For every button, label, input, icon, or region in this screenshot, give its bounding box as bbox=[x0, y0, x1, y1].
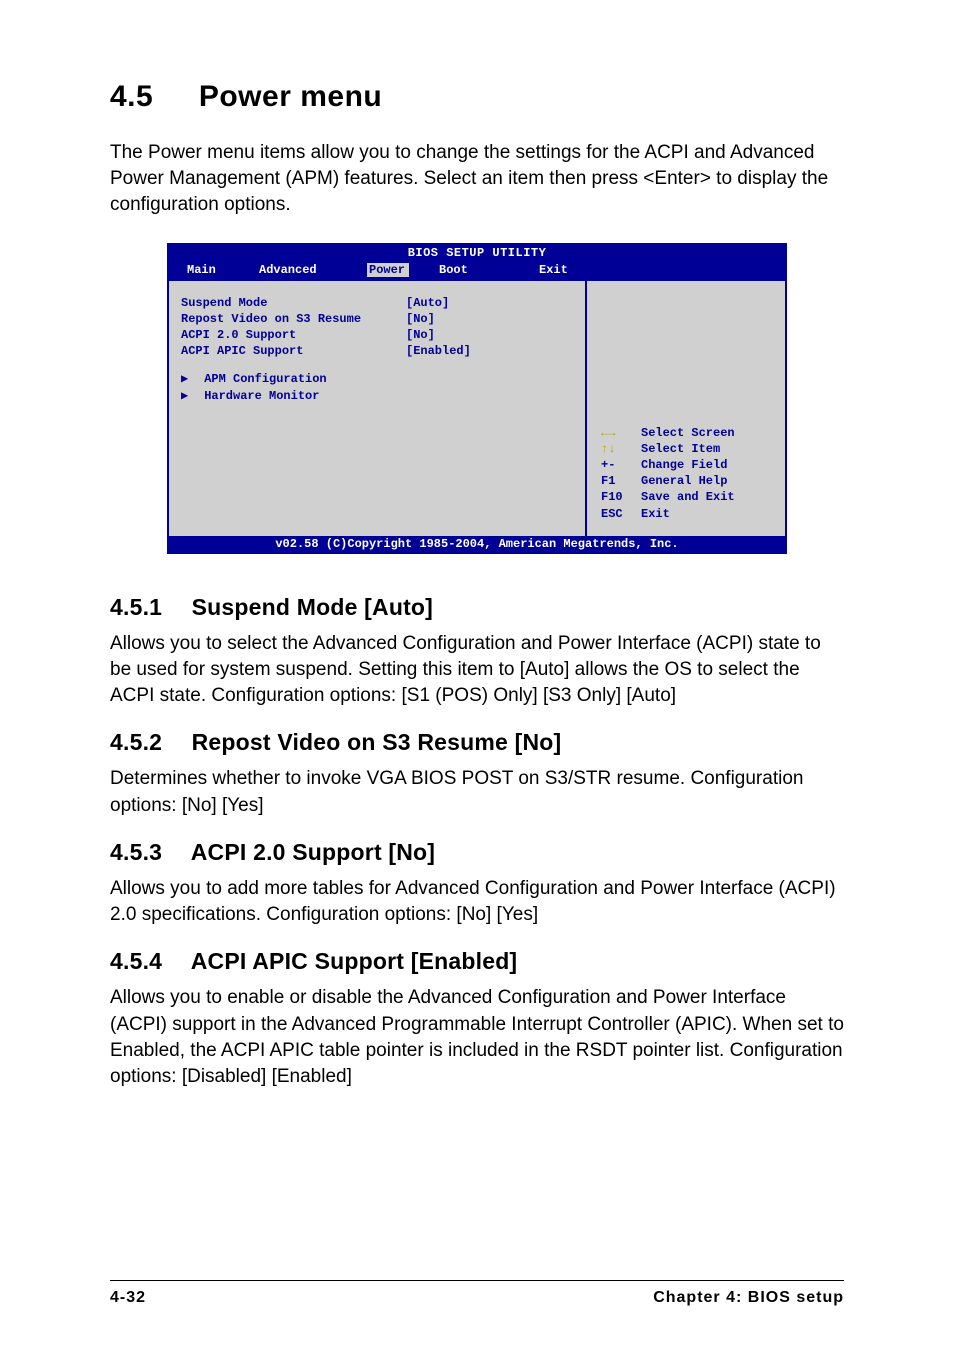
bios-submenu[interactable]: ▶ Hardware Monitor bbox=[181, 388, 577, 404]
help-desc: General Help bbox=[641, 473, 727, 489]
bios-item-value: [Auto] bbox=[406, 295, 449, 311]
subsection-title: 4.5.3 ACPI 2.0 Support [No] bbox=[110, 839, 844, 866]
subsection-number: 4.5.3 bbox=[110, 839, 185, 866]
subsection-title: 4.5.1 Suspend Mode [Auto] bbox=[110, 594, 844, 621]
bios-item-label: Suspend Mode bbox=[181, 295, 406, 311]
tab-advanced[interactable]: Advanced bbox=[259, 263, 367, 277]
section-title: 4.5 Power menu bbox=[110, 80, 844, 114]
subsection-number: 4.5.2 bbox=[110, 729, 185, 756]
help-desc: Save and Exit bbox=[641, 489, 735, 505]
bios-submenu-label: Hardware Monitor bbox=[204, 389, 319, 403]
subsection-title: 4.5.4 ACPI APIC Support [Enabled] bbox=[110, 948, 844, 975]
subsection-text: Determines whether to invoke VGA BIOS PO… bbox=[110, 766, 844, 818]
subsection-name: Repost Video on S3 Resume [No] bbox=[192, 729, 562, 755]
help-key-icon: ↑↓ bbox=[601, 441, 641, 457]
tab-boot[interactable]: Boot bbox=[439, 263, 539, 277]
section-number: 4.5 bbox=[110, 80, 190, 114]
page-number: 4-32 bbox=[110, 1289, 146, 1307]
bios-tabs: Main Advanced Power Boot Exit bbox=[169, 261, 785, 279]
bios-title: BIOS SETUP UTILITY bbox=[169, 245, 785, 261]
bios-item[interactable]: Repost Video on S3 Resume [No] bbox=[181, 311, 577, 327]
tab-power[interactable]: Power bbox=[367, 263, 409, 277]
help-key: ESC bbox=[601, 506, 641, 522]
help-key-icon: ←→ bbox=[601, 425, 641, 441]
subsection-number: 4.5.4 bbox=[110, 948, 185, 975]
bios-submenu[interactable]: ▶ APM Configuration bbox=[181, 371, 577, 387]
bios-item-value: [Enabled] bbox=[406, 343, 471, 359]
help-desc: Change Field bbox=[641, 457, 727, 473]
subsection-number: 4.5.1 bbox=[110, 594, 185, 621]
bios-item-label: ACPI APIC Support bbox=[181, 343, 406, 359]
bios-item-label: Repost Video on S3 Resume bbox=[181, 311, 406, 327]
bios-item[interactable]: ACPI 2.0 Support [No] bbox=[181, 327, 577, 343]
triangle-right-icon: ▶ bbox=[181, 371, 197, 387]
help-desc: Select Screen bbox=[641, 425, 735, 441]
help-key: +- bbox=[601, 457, 641, 473]
bios-screenshot: BIOS SETUP UTILITY Main Advanced Power B… bbox=[167, 243, 787, 554]
triangle-right-icon: ▶ bbox=[181, 388, 197, 404]
subsection: 4.5.3 ACPI 2.0 Support [No] Allows you t… bbox=[110, 839, 844, 928]
tab-main[interactable]: Main bbox=[187, 263, 259, 277]
bios-item[interactable]: ACPI APIC Support [Enabled] bbox=[181, 343, 577, 359]
subsection-name: ACPI 2.0 Support [No] bbox=[191, 839, 435, 865]
bios-item-value: [No] bbox=[406, 311, 435, 327]
help-key: F1 bbox=[601, 473, 641, 489]
subsection: 4.5.2 Repost Video on S3 Resume [No] Det… bbox=[110, 729, 844, 818]
subsection-name: Suspend Mode [Auto] bbox=[192, 594, 433, 620]
bios-submenu-label: APM Configuration bbox=[204, 372, 326, 386]
subsection-text: Allows you to select the Advanced Config… bbox=[110, 631, 844, 710]
subsection-name: ACPI APIC Support [Enabled] bbox=[191, 948, 518, 974]
bios-help: ←→Select Screen ↑↓Select Item +-Change F… bbox=[601, 425, 775, 522]
help-key: F10 bbox=[601, 489, 641, 505]
chapter-label: Chapter 4: BIOS setup bbox=[653, 1289, 844, 1307]
bios-item-label: ACPI 2.0 Support bbox=[181, 327, 406, 343]
bios-item[interactable]: Suspend Mode [Auto] bbox=[181, 295, 577, 311]
subsection: 4.5.4 ACPI APIC Support [Enabled] Allows… bbox=[110, 948, 844, 1090]
bios-item-value: [No] bbox=[406, 327, 435, 343]
bios-body: Suspend Mode [Auto] Repost Video on S3 R… bbox=[169, 279, 785, 536]
tab-exit[interactable]: Exit bbox=[539, 263, 568, 277]
page-footer: 4-32 Chapter 4: BIOS setup bbox=[110, 1280, 844, 1307]
help-desc: Select Item bbox=[641, 441, 720, 457]
subsection-title: 4.5.2 Repost Video on S3 Resume [No] bbox=[110, 729, 844, 756]
intro-paragraph: The Power menu items allow you to change… bbox=[110, 140, 844, 219]
section-name: Power menu bbox=[199, 80, 382, 113]
bios-left-pane: Suspend Mode [Auto] Repost Video on S3 R… bbox=[169, 281, 587, 536]
subsection-text: Allows you to add more tables for Advanc… bbox=[110, 876, 844, 928]
bios-right-pane: ←→Select Screen ↑↓Select Item +-Change F… bbox=[587, 281, 785, 536]
subsection: 4.5.1 Suspend Mode [Auto] Allows you to … bbox=[110, 594, 844, 710]
bios-footer: v02.58 (C)Copyright 1985-2004, American … bbox=[169, 536, 785, 552]
help-desc: Exit bbox=[641, 506, 670, 522]
subsection-text: Allows you to enable or disable the Adva… bbox=[110, 985, 844, 1090]
